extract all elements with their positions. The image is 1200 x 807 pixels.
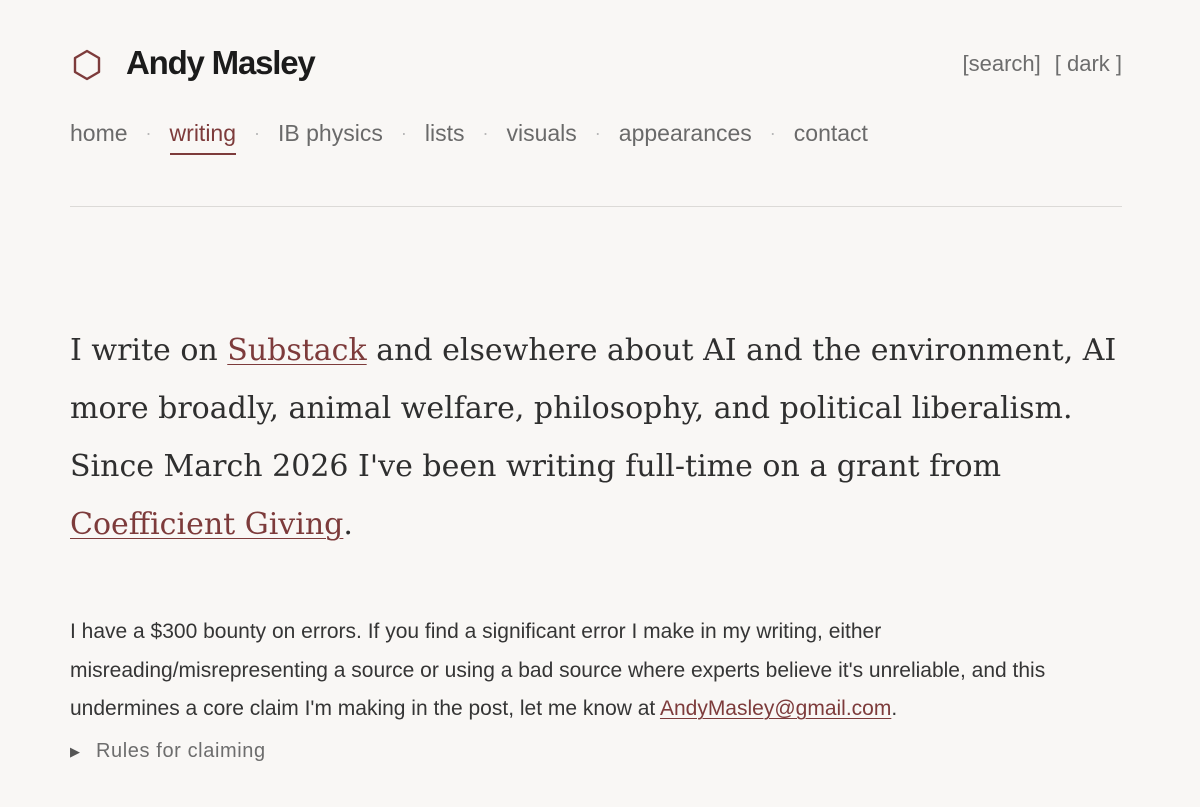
bounty-text: . [891, 697, 898, 720]
rules-for-claiming-toggle[interactable]: ▶ Rules for claiming [70, 740, 266, 763]
nav-item-appearances[interactable]: appearances [619, 120, 752, 153]
intro-paragraph: I write on Substack and elsewhere about … [70, 322, 1130, 554]
nav-separator: · [254, 123, 261, 143]
nav-item-visuals[interactable]: visuals [506, 120, 576, 153]
rules-toggle-label: Rules for claiming [96, 740, 266, 762]
nav-item-lists[interactable]: lists [425, 120, 465, 153]
nav-item-writing[interactable]: writing [169, 120, 237, 155]
bounty-text: I have a $300 bounty on errors. If you f… [70, 620, 1046, 720]
site-header: Andy Masley [search] [ dark ] [70, 40, 1122, 90]
nav-separator: · [482, 123, 489, 143]
substack-link[interactable]: Substack [227, 333, 366, 368]
coefficient-giving-link[interactable]: Coefficient Giving [70, 507, 343, 542]
nav-separator: · [145, 123, 152, 143]
site-title[interactable]: Andy Masley [126, 44, 316, 82]
intro-text: I write on [70, 333, 228, 368]
nav-separator: · [400, 123, 407, 143]
header-controls: [search] [ dark ] [962, 51, 1122, 77]
bounty-paragraph: I have a $300 bounty on errors. If you f… [70, 613, 1130, 729]
nav-item-home[interactable]: home [70, 120, 128, 153]
search-button[interactable]: [search] [962, 51, 1040, 77]
nav-separator: · [769, 123, 776, 143]
intro-text: . [343, 507, 353, 542]
triangle-right-icon: ▶ [70, 743, 80, 759]
hexagon-icon[interactable] [70, 48, 104, 82]
nav-item-ib-physics[interactable]: IB physics [278, 120, 383, 153]
header-divider [70, 206, 1122, 207]
main-nav: home · writing · IB physics · lists · vi… [70, 120, 868, 155]
email-link[interactable]: AndyMasley@gmail.com [660, 697, 891, 720]
nav-separator: · [594, 123, 601, 143]
dark-mode-toggle[interactable]: [ dark ] [1055, 51, 1122, 77]
nav-item-contact[interactable]: contact [794, 120, 868, 153]
